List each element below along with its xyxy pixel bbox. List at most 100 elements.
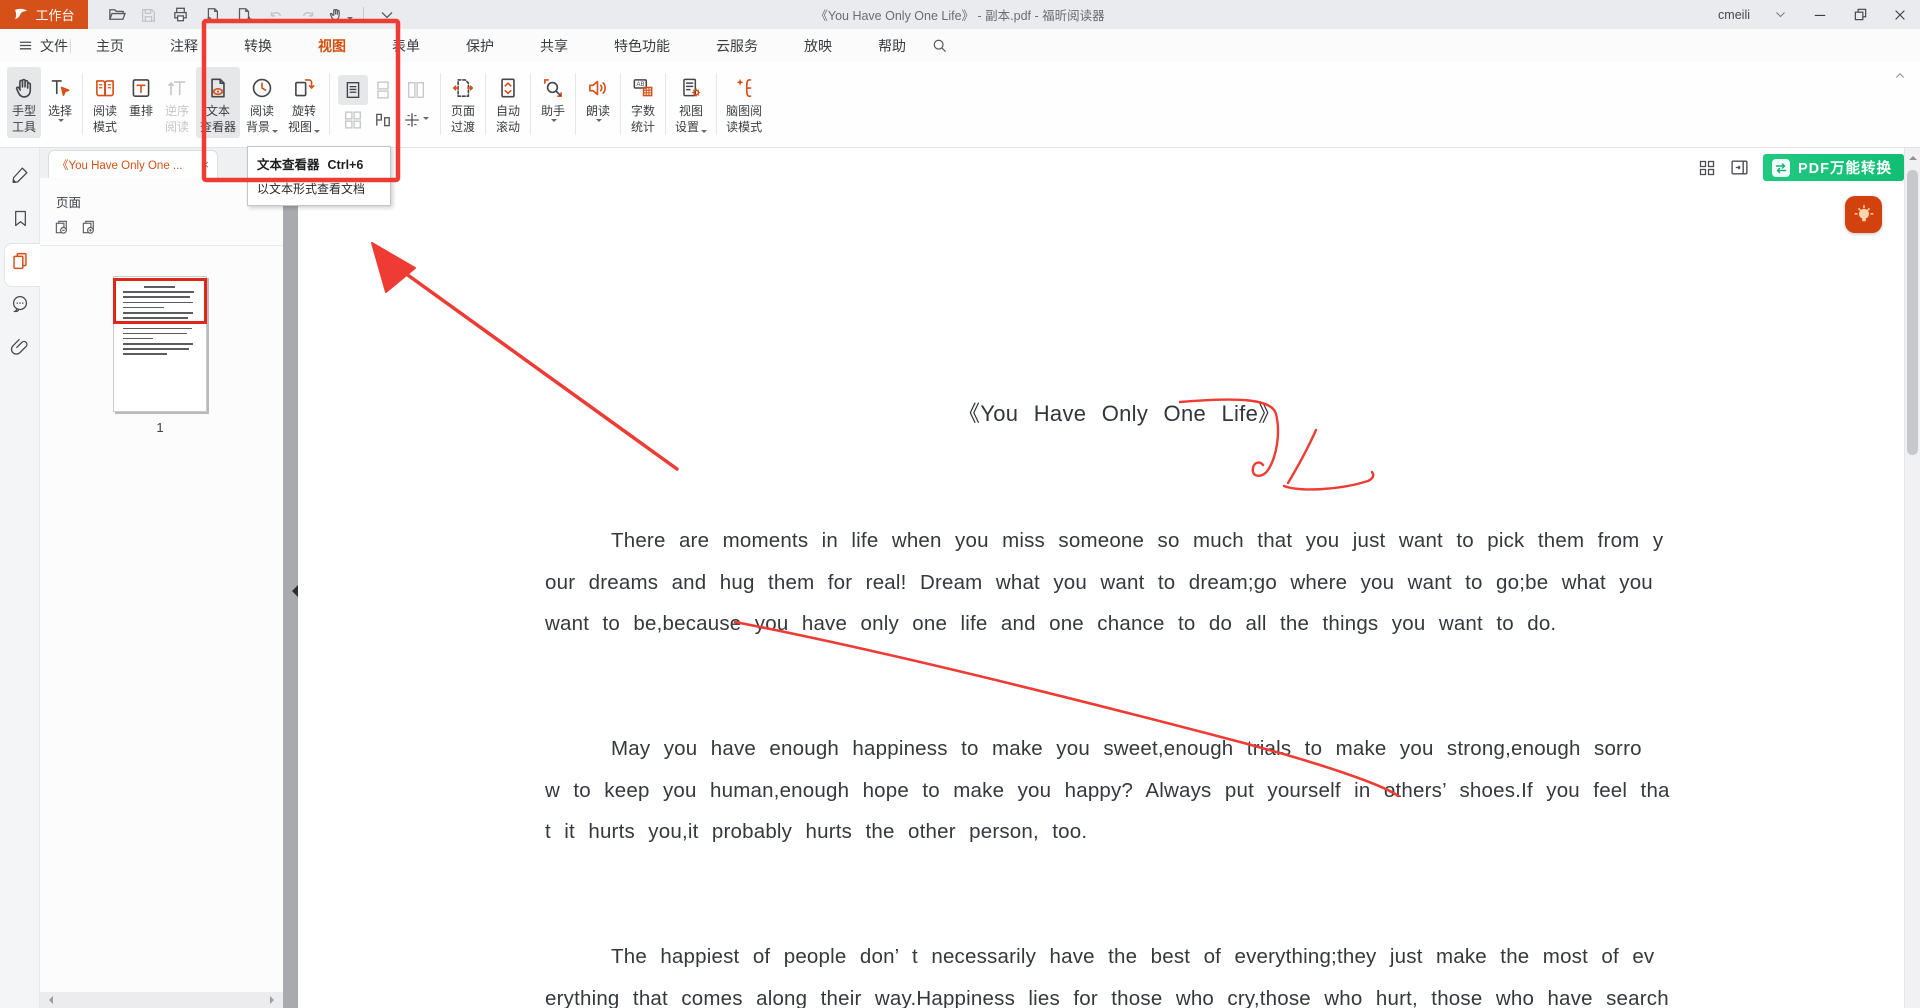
vertical-scrollbar[interactable] [1904,148,1920,1008]
zoom-out-thumbnail-icon[interactable] [54,219,71,236]
hand-tool-button[interactable]: 手型 工具 [7,67,41,138]
thumbnail-viewport-rect[interactable] [113,278,207,324]
word-count-label: 字数 [631,104,655,120]
comment-bubble-icon [9,293,31,315]
mindmap-label2: 读模式 [726,120,762,136]
zoom-in-thumbnail-icon[interactable] [81,219,98,236]
document-tab[interactable]: 《You Have Only One ... × [48,150,218,178]
text-viewer-button[interactable]: 文本 查看器 [196,67,240,138]
tab-comment[interactable]: 注释 [168,36,200,56]
comments-panel-button[interactable] [7,291,33,317]
user-menu-button[interactable] [1760,0,1800,29]
user-name[interactable]: cmeili [1718,8,1750,22]
collapse-ribbon-button[interactable] [1894,70,1906,82]
scroll-up-arrow[interactable] [1909,152,1917,160]
tab-form[interactable]: 表单 [390,36,422,56]
save-button[interactable] [134,3,162,27]
toggle-panel-icon[interactable] [1730,158,1749,177]
bookmarks-panel-button[interactable] [7,205,33,231]
continuous-page-button[interactable] [368,75,398,105]
annotation-eraser-button[interactable] [7,162,33,188]
ribbon-separator [716,73,717,135]
redo-button[interactable] [294,3,322,27]
hand-pointer-button[interactable] [326,3,354,27]
separate-cover-button[interactable] [368,105,398,135]
collapse-panel-arrow[interactable] [286,585,298,597]
grid-view-icon[interactable] [1698,159,1716,177]
page-thumbnail[interactable] [113,276,207,412]
pdf-convert-button[interactable]: PDF万能转换 [1763,154,1904,181]
add-doc-icon [235,6,253,24]
assistant-bulb-button[interactable] [1845,196,1882,233]
read-aloud-icon [585,75,611,101]
export-document-button[interactable] [198,3,226,27]
document-title: 《You Have Only One Life》 [958,396,1280,428]
ribbon-separator [665,73,666,135]
customize-toolbar-button[interactable] [373,3,401,27]
bookmark-icon [10,208,31,229]
navigation-strip [0,148,40,1008]
page-transition-button[interactable]: 页面 过渡 [446,67,480,138]
view-settings-button[interactable]: 视图 设置 [671,67,711,138]
panel-tools [54,219,283,236]
new-document-button[interactable] [230,3,258,27]
scroll-left-arrow[interactable] [45,996,53,1004]
assistant-button[interactable]: 助手 [536,67,570,129]
tab-cloud[interactable]: 云服务 [714,36,760,56]
minimize-button[interactable] [1800,0,1840,29]
read-background-button[interactable]: 阅读 背景 [242,67,282,138]
word-count-button[interactable]: AB 字数 统计 [626,67,660,138]
reflow-button[interactable]: 重排 [124,67,158,123]
auto-scroll-button[interactable]: 自动 滚动 [491,67,525,138]
facing-page-button[interactable] [398,75,434,105]
scrollbar-thumb[interactable] [1907,170,1918,455]
document-tab-close-button[interactable]: × [201,157,209,172]
tab-present[interactable]: 放映 [802,36,834,56]
print-button[interactable] [166,3,194,27]
single-page-button[interactable] [338,75,368,105]
workspace-button[interactable]: 工作台 [0,0,88,29]
facing-continuous-button[interactable] [338,105,368,135]
text-line: erything that comes along their way.Happ… [545,978,1660,1008]
rotate-view-button[interactable]: 旋转 视图 [284,67,324,138]
reverse-read-button[interactable]: 逆序 阅读 [160,67,194,138]
document-view: PDF万能转换 《You Have Only One Life》 There a… [298,148,1904,1008]
separate-cover-icon [374,111,392,129]
continuous-page-icon [374,81,392,99]
scroll-right-arrow[interactable] [270,996,278,1004]
close-button[interactable] [1880,0,1920,29]
tab-help[interactable]: 帮助 [876,36,908,56]
text-line: our dreams and hug them for real! Dream … [545,562,1660,604]
text-viewer-icon [205,75,231,101]
sidebar-horizontal-scrollbar[interactable] [40,992,283,1008]
rotate-view-label2: 视图 [288,120,320,136]
tab-home[interactable]: 主页 [94,36,126,56]
read-background-icon [249,75,275,101]
open-file-button[interactable] [102,3,130,27]
split-view-button[interactable] [398,105,434,135]
panel-splitter[interactable] [283,148,298,1008]
save-icon [139,6,157,24]
undo-button[interactable] [262,3,290,27]
mindmap-icon [731,75,757,101]
read-aloud-button[interactable]: 朗读 [581,67,615,129]
restore-button[interactable] [1840,0,1880,29]
user-chevron-down-icon [1774,8,1787,21]
menu-file[interactable]: 文件 [18,36,68,56]
search-icon[interactable] [931,37,948,54]
read-mode-button[interactable]: 阅读 模式 [88,67,122,138]
tab-protect[interactable]: 保护 [464,36,496,56]
tab-convert[interactable]: 转换 [242,36,274,56]
reverse-read-label: 逆序 [165,104,189,120]
read-mode-label: 阅读 [93,104,117,120]
assistant-label: 助手 [541,104,565,120]
tab-share[interactable]: 共享 [538,36,570,56]
ribbon-separator [620,73,621,135]
mindmap-read-button[interactable]: 脑图阅 读模式 [722,67,766,138]
tooltip-title-row: 文本查看器Ctrl+6 [257,154,381,173]
pages-panel-button[interactable] [7,248,33,274]
attachments-panel-button[interactable] [7,334,33,360]
tab-features[interactable]: 特色功能 [612,36,672,56]
tab-view[interactable]: 视图 [316,36,348,56]
select-button[interactable]: 选择 [43,67,77,129]
